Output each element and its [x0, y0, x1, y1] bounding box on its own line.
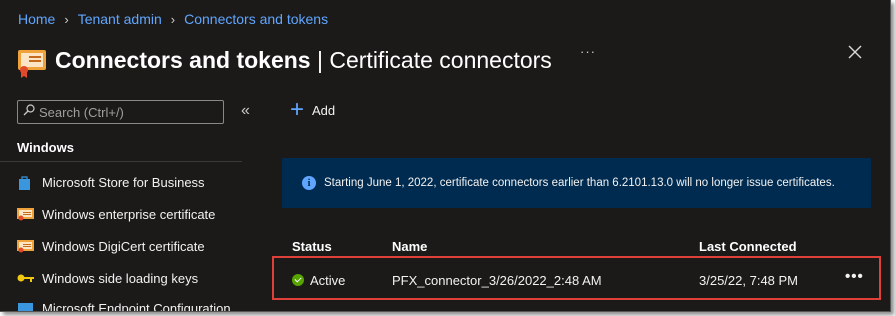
store-bag-icon: [17, 175, 35, 190]
sidebar-item-label: Microsoft Store for Business: [42, 174, 205, 190]
collapse-sidebar-button[interactable]: «: [241, 102, 250, 120]
page-header: Connectors and tokens | Certificate conn…: [16, 40, 552, 80]
breadcrumb: Home › Tenant admin › Connectors and tok…: [18, 11, 328, 27]
add-button[interactable]: + Add: [290, 96, 336, 123]
page-title-separator: |: [310, 46, 330, 73]
chevron-right-icon: ›: [64, 11, 69, 27]
sidebar-item-label: Microsoft Endpoint Configuration: [42, 300, 231, 312]
column-header-last-connected[interactable]: Last Connected: [699, 239, 797, 254]
chevron-right-icon: ›: [170, 11, 176, 27]
close-icon[interactable]: [846, 43, 864, 61]
search-input[interactable]: [35, 104, 214, 120]
certificate-icon: [17, 239, 35, 253]
page-title-main: Connectors and tokens: [55, 46, 311, 73]
sidebar-item-windows-digicert-certificate[interactable]: Windows DigiCert certificate: [17, 234, 205, 258]
column-header-status[interactable]: Status: [292, 239, 332, 254]
plus-icon: +: [290, 96, 305, 123]
info-icon: i: [302, 176, 316, 190]
add-button-label: Add: [312, 102, 336, 118]
breadcrumb-connectors-and-tokens[interactable]: Connectors and tokens: [184, 11, 328, 27]
sidebar-section-windows: Windows: [17, 140, 74, 155]
search-icon: [23, 103, 35, 121]
config-icon: [17, 301, 35, 311]
more-options-button[interactable]: ···: [580, 44, 596, 59]
row-more-options-button[interactable]: •••: [845, 268, 864, 285]
breadcrumb-tenant-admin[interactable]: Tenant admin: [78, 11, 162, 27]
sidebar-item-windows-enterprise-certificate[interactable]: Windows enterprise certificate: [17, 202, 215, 226]
status-active-icon: [292, 274, 304, 286]
page-title-sub: Certificate connectors: [329, 46, 552, 73]
row-last-connected: 3/25/22, 7:48 PM: [699, 273, 799, 288]
column-header-name[interactable]: Name: [392, 239, 427, 254]
sidebar-item-windows-side-loading-keys[interactable]: Windows side loading keys: [17, 266, 198, 290]
certificate-icon: [16, 42, 48, 78]
search-box[interactable]: [17, 100, 224, 124]
key-icon: [17, 271, 35, 285]
row-name: PFX_connector_3/26/2022_2:48 AM: [392, 273, 602, 288]
sidebar-item-label: Windows DigiCert certificate: [42, 238, 205, 254]
page-title: Connectors and tokens | Certificate conn…: [55, 47, 552, 74]
sidebar-item-microsoft-store-for-business[interactable]: Microsoft Store for Business: [17, 170, 205, 194]
portal-blade: Home › Tenant admin › Connectors and tok…: [0, 0, 891, 312]
sidebar-item-label: Windows side loading keys: [42, 270, 199, 286]
info-banner-text: Starting June 1, 2022, certificate conne…: [324, 177, 835, 189]
certificate-icon: [17, 207, 35, 221]
breadcrumb-home[interactable]: Home: [18, 11, 55, 27]
divider: [0, 161, 242, 162]
info-banner: i Starting June 1, 2022, certificate con…: [282, 158, 871, 208]
sidebar-item-microsoft-endpoint-configuration[interactable]: Microsoft Endpoint Configuration: [17, 296, 231, 312]
row-status: Active: [310, 273, 346, 288]
sidebar-item-label: Windows enterprise certificate: [42, 206, 216, 222]
